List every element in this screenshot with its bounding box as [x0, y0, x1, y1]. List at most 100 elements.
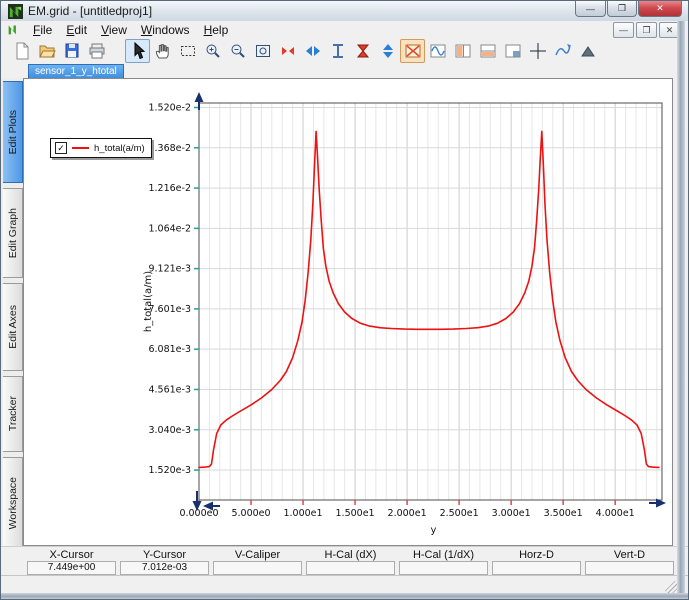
cursor-col-label: Vert-D [585, 549, 674, 561]
h-marker-expand-button[interactable] [300, 39, 325, 63]
zoom-in-button[interactable] [200, 39, 225, 63]
legend-checkbox[interactable]: ✓ [55, 142, 67, 154]
legend-box[interactable]: ✓ h_total(a/m) [50, 138, 152, 158]
split-vertical-icon [454, 42, 472, 60]
cursor-readout-bar: X-Cursor7.449e+00 Y-Cursor7.012e-03 V-Ca… [1, 546, 689, 575]
svg-text:1.500e1: 1.500e1 [336, 508, 375, 519]
save-file-button[interactable] [59, 39, 84, 63]
pan-tool-button[interactable] [150, 39, 175, 63]
vert-d-value [585, 561, 674, 575]
cursor-col-label: V-Caliper [213, 549, 302, 561]
document-tab-row: sensor_1_y_htotal [1, 63, 689, 79]
tracker-curve-button[interactable] [550, 39, 575, 63]
cursor-col-x: X-Cursor7.449e+00 [27, 549, 116, 575]
v-hourglass-button[interactable] [350, 39, 375, 63]
new-file-button[interactable] [9, 39, 34, 63]
split-vertical-button[interactable] [450, 39, 475, 63]
mdi-restore-button[interactable]: ❐ [636, 22, 657, 38]
svg-text:1.216e-2: 1.216e-2 [148, 183, 191, 194]
cursor-col-y: Y-Cursor7.012e-03 [120, 549, 209, 575]
pointer-tool-button[interactable] [125, 39, 150, 63]
sidebar-tab-label: Edit Axes [7, 305, 19, 349]
h-collapse-arrows-icon [279, 42, 297, 60]
sidebar-tab-edit-plots[interactable]: Edit Plots [3, 81, 23, 183]
svg-text:h_total(a/m): h_total(a/m) [143, 271, 154, 332]
v-caliper-value [213, 561, 302, 575]
window-frame-bottom [1, 593, 689, 599]
svg-text:3.500e1: 3.500e1 [544, 508, 583, 519]
svg-text:4.000e1: 4.000e1 [596, 508, 635, 519]
mdi-minimize-button[interactable]: — [613, 22, 634, 38]
sidebar-tab-workspace[interactable]: Workspace [3, 457, 23, 549]
toolbar: Layout ▾ [1, 38, 689, 64]
hourglass-icon [354, 42, 372, 60]
zoom-out-icon [229, 42, 247, 60]
cursor-col-label: Horz-D [492, 549, 581, 561]
app-logo-icon [8, 4, 23, 19]
menu-edit[interactable]: Edit [59, 22, 94, 38]
menu-file[interactable]: File [26, 22, 59, 38]
sidebar-tab-label: Workspace [7, 477, 19, 529]
cursor-col-label: H-Cal (dX) [306, 549, 395, 561]
close-button[interactable]: ✕ [638, 1, 682, 17]
v-marker-expand-button[interactable] [375, 39, 400, 63]
crosshair-tool-button[interactable] [525, 39, 550, 63]
ibeam-icon [329, 42, 347, 60]
quadrant-view-button[interactable] [500, 39, 525, 63]
split-horizontal-button[interactable] [475, 39, 500, 63]
legend-line-sample [72, 147, 89, 149]
cursor-col-label: Y-Cursor [120, 549, 209, 561]
sidebar-tab-label: Edit Graph [7, 208, 19, 258]
svg-text:3.040e-3: 3.040e-3 [148, 425, 191, 436]
menu-windows[interactable]: Windows [134, 22, 197, 38]
resize-grip[interactable] [665, 581, 677, 593]
titlebar: EM.grid - [untitledproj1] — ❐ ✕ [1, 1, 689, 22]
y-cursor-value: 7.012e-03 [120, 561, 209, 575]
split-horizontal-icon [479, 42, 497, 60]
zoom-fit-button[interactable] [250, 39, 275, 63]
zoom-out-button[interactable] [225, 39, 250, 63]
svg-text:4.561e-3: 4.561e-3 [148, 384, 191, 395]
legend-series-label: h_total(a/m) [94, 143, 145, 154]
sidebar-tab-label: Edit Plots [7, 110, 19, 154]
cursor-col-hcal-1dx: H-Cal (1/dX) [399, 549, 488, 575]
save-icon [63, 42, 81, 60]
graph-zoom-mode-button[interactable] [400, 39, 425, 63]
svg-text:5.000e0: 5.000e0 [231, 508, 270, 519]
svg-text:1.368e-2: 1.368e-2 [148, 143, 191, 154]
plot-client-area: 0.000e05.000e01.000e11.500e12.000e12.500… [23, 78, 673, 546]
minimize-button[interactable]: — [575, 1, 606, 17]
zoom-in-icon [204, 42, 222, 60]
document-logo-icon [7, 23, 20, 36]
sidebar-tab-edit-axes[interactable]: Edit Axes [3, 283, 23, 371]
v-marker-button[interactable] [325, 39, 350, 63]
crosshair-icon [529, 42, 547, 60]
peak-icon [579, 42, 597, 60]
menu-view[interactable]: View [94, 22, 134, 38]
open-file-button[interactable] [34, 39, 59, 63]
cursor-col-label: H-Cal (1/dX) [399, 549, 488, 561]
sine-box-icon [429, 42, 447, 60]
pointer-icon [129, 42, 147, 60]
tab-sensor-1-y-htotal[interactable]: sensor_1_y_htotal [28, 64, 124, 79]
sidebar-tab-tracker[interactable]: Tracker [3, 376, 23, 452]
x-cursor-value: 7.449e+00 [27, 561, 116, 575]
crossed-box-icon [404, 42, 422, 60]
zoom-box-tool-button[interactable] [175, 39, 200, 63]
svg-text:2.000e1: 2.000e1 [388, 508, 427, 519]
svg-text:7.601e-3: 7.601e-3 [148, 304, 191, 315]
graph-trace-mode-button[interactable] [425, 39, 450, 63]
new-file-icon [13, 42, 31, 60]
h-marker-collapse-button[interactable] [275, 39, 300, 63]
selection-marquee-icon [179, 42, 197, 60]
cursor-col-vcaliper: V-Caliper [213, 549, 302, 575]
cursor-col-hcal-dx: H-Cal (dX) [306, 549, 395, 575]
cursor-col-vertd: Vert-D [585, 549, 674, 575]
maximize-button[interactable]: ❐ [607, 1, 637, 17]
quadrant-icon [504, 42, 522, 60]
print-button[interactable] [84, 39, 109, 63]
sidebar-tab-edit-graph[interactable]: Edit Graph [3, 188, 23, 278]
peak-tool-button[interactable] [575, 39, 600, 63]
menu-help[interactable]: Help [197, 22, 236, 38]
open-folder-icon [38, 42, 56, 60]
